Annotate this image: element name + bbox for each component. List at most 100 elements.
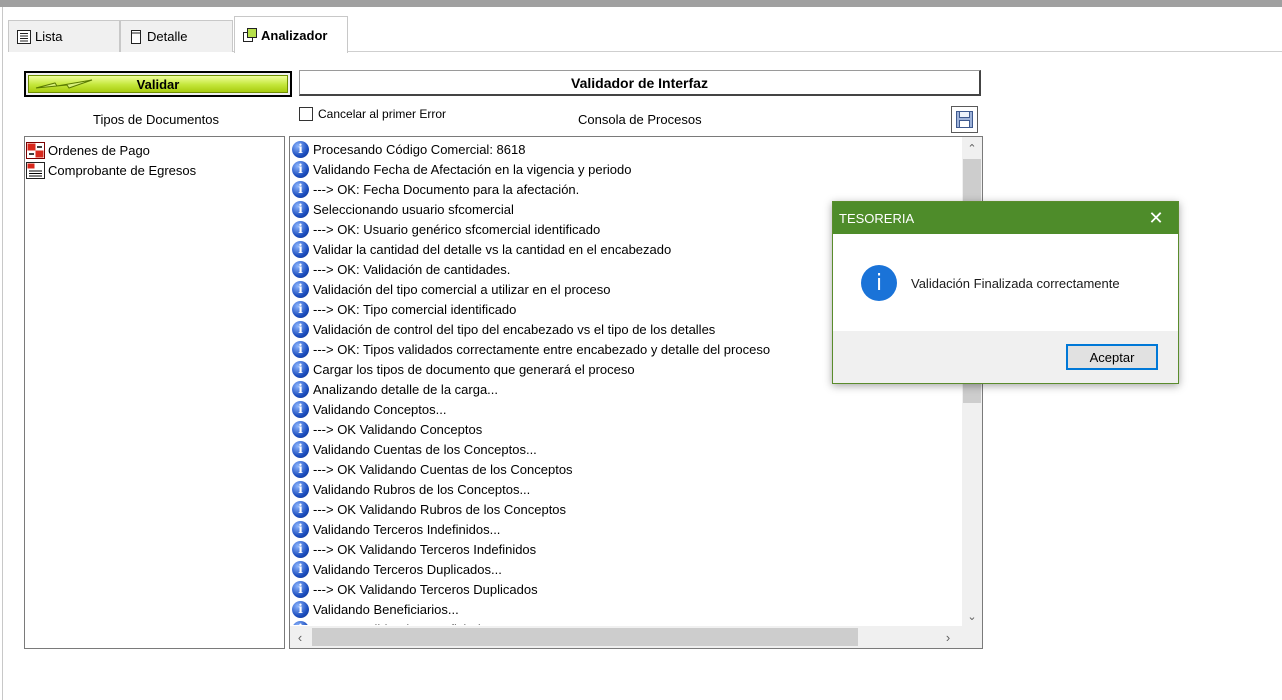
info-icon: i <box>292 620 309 625</box>
console-line-text: Validando Beneficiarios... <box>313 601 459 617</box>
console-line: i Validando Fecha de Afectación en la vig… <box>292 159 960 179</box>
console-line-text: Validando Terceros Duplicados... <box>313 561 502 577</box>
info-icon: i <box>292 580 309 598</box>
console-label: Consola de Procesos <box>578 112 702 127</box>
info-icon: i <box>292 520 309 538</box>
console-line-text: ---> OK Validando Terceros Indefinidos <box>313 541 537 557</box>
scroll-down-arrow[interactable]: ⌄ <box>962 607 982 625</box>
console-line-text: Validando Cuentas de los Conceptos... <box>313 441 537 457</box>
lightning-icon <box>35 79 93 89</box>
tab-lista[interactable]: Lista <box>8 20 120 52</box>
info-icon: i <box>292 220 309 238</box>
payment-order-icon <box>26 141 45 159</box>
dialog-titlebar: TESORERIA ✕ <box>833 202 1178 234</box>
console-line-text: ---> OK: Tipos validados correctamente e… <box>313 341 771 357</box>
console-line: i Validando Conceptos... <box>292 399 960 419</box>
info-icon: i <box>292 340 309 358</box>
floppy-disk-icon <box>956 111 973 128</box>
console-line: i ---> OK Validando Beneficiarios <box>292 619 960 625</box>
info-icon: i <box>292 480 309 498</box>
doc-types-label: Tipos de Documentos <box>93 112 219 127</box>
console-line-text: Procesando Código Comercial: 8618 <box>313 141 526 157</box>
console-line: i Validando Beneficiarios... <box>292 599 960 619</box>
console-line-text: Analizando detalle de la carga... <box>313 381 499 397</box>
console-line-text: Validación de control del tipo del encab… <box>313 321 716 337</box>
console-line-text: Validando Rubros de los Conceptos... <box>313 481 531 497</box>
info-icon: i <box>292 500 309 518</box>
analyzer-icon <box>243 28 257 42</box>
info-icon: i <box>292 440 309 458</box>
info-icon: i <box>292 260 309 278</box>
info-icon: i <box>292 320 309 338</box>
console-line: i ---> OK Validando Cuentas de los Concep… <box>292 459 960 479</box>
voucher-icon <box>26 161 45 179</box>
info-icon: i <box>292 400 309 418</box>
doc-type-label: Comprobante de Egresos <box>48 162 197 178</box>
tab-detalle[interactable]: Detalle <box>120 20 233 52</box>
doc-type-comprobante-de-egresos[interactable]: Comprobante de Egresos <box>26 160 283 180</box>
close-icon[interactable]: ✕ <box>1134 202 1178 234</box>
accept-button[interactable]: Aceptar <box>1066 344 1158 370</box>
validator-header: Validador de Interfaz <box>299 70 981 96</box>
console-line-text: Validación del tipo comercial a utilizar… <box>313 281 611 297</box>
console-line: i Procesando Código Comercial: 8618 <box>292 139 960 159</box>
save-button[interactable] <box>951 106 978 133</box>
info-icon: i <box>292 600 309 618</box>
console-line-text: Seleccionando usuario sfcomercial <box>313 201 514 217</box>
scroll-right-arrow[interactable]: › <box>938 626 958 648</box>
doc-types-list: Ordenes de Pago Comprobante de Egresos <box>24 136 285 649</box>
info-icon: i <box>861 265 897 301</box>
console-horizontal-scrollbar[interactable]: ‹ › <box>290 626 962 648</box>
console-line: i ---> OK Validando Terceros Indefinidos <box>292 539 960 559</box>
doc-type-label: Ordenes de Pago <box>48 142 150 158</box>
console-line-text: Validando Fecha de Afectación en la vige… <box>313 161 632 177</box>
console-line: i ---> OK: Fecha Documento para la afecta… <box>292 179 960 199</box>
info-icon: i <box>292 460 309 478</box>
tab-analizador[interactable]: Analizador <box>234 16 348 53</box>
console-line-text: ---> OK: Fecha Documento para la afectac… <box>313 181 580 197</box>
console-line-text: ---> OK Validando Conceptos <box>313 421 483 437</box>
dialog-footer: Aceptar <box>833 331 1178 383</box>
console-line-text: Cargar los tipos de documento que genera… <box>313 361 635 377</box>
info-icon: i <box>292 160 309 178</box>
validar-button-label: Validar <box>136 76 180 92</box>
console-line: i ---> OK Validando Conceptos <box>292 419 960 439</box>
horizontal-scroll-thumb[interactable] <box>312 628 858 646</box>
validator-title: Validador de Interfaz <box>571 74 708 91</box>
document-icon <box>131 29 141 44</box>
doc-type-ordenes-de-pago[interactable]: Ordenes de Pago <box>26 140 283 160</box>
console-line: i Validando Rubros de los Conceptos... <box>292 479 960 499</box>
dialog-message: Validación Finalizada correctamente <box>911 275 1120 291</box>
console-line-text: Validando Conceptos... <box>313 401 447 417</box>
console-line-text: ---> OK Validando Rubros de los Concepto… <box>313 501 567 517</box>
validar-button-face: Validar <box>28 75 288 93</box>
tab-detalle-label: Detalle <box>147 29 188 44</box>
dialog-body: i Validación Finalizada correctamente <box>833 234 1178 332</box>
info-icon: i <box>292 560 309 578</box>
console-line-text: ---> OK Validando Beneficiarios <box>313 622 495 626</box>
console-line-text: ---> OK Validando Cuentas de los Concept… <box>313 461 573 477</box>
window-left-border <box>0 7 3 700</box>
info-icon: i <box>292 280 309 298</box>
scroll-up-arrow[interactable]: ⌃ <box>962 139 982 157</box>
cancel-first-error-option[interactable]: Cancelar al primer Error <box>299 107 446 121</box>
dialog-title: TESORERIA <box>839 210 915 226</box>
info-icon: i <box>292 300 309 318</box>
console-line-text: ---> OK: Tipo comercial identificado <box>313 301 517 317</box>
console-line-text: ---> OK: Validación de cantidades. <box>313 261 511 277</box>
validar-button[interactable]: Validar <box>24 71 292 97</box>
info-icon: i <box>292 420 309 438</box>
console-line: i Validando Terceros Duplicados... <box>292 559 960 579</box>
tab-strip: Lista Detalle Analizador <box>8 16 1282 53</box>
cancel-first-error-label: Cancelar al primer Error <box>318 107 447 121</box>
cancel-first-error-checkbox[interactable] <box>299 107 313 121</box>
info-icon: i <box>292 180 309 198</box>
tab-analizador-label: Analizador <box>261 27 328 43</box>
console-line: i Validando Cuentas de los Conceptos... <box>292 439 960 459</box>
console-line-text: ---> OK Validando Terceros Duplicados <box>313 581 538 597</box>
tesoreria-dialog: TESORERIA ✕ i Validación Finalizada corr… <box>832 201 1179 384</box>
window-top-border <box>0 0 1282 7</box>
console-line-text: ---> OK: Usuario genérico sfcomercial id… <box>313 221 601 237</box>
scrollbar-corner <box>962 626 982 648</box>
scroll-left-arrow[interactable]: ‹ <box>290 626 310 648</box>
